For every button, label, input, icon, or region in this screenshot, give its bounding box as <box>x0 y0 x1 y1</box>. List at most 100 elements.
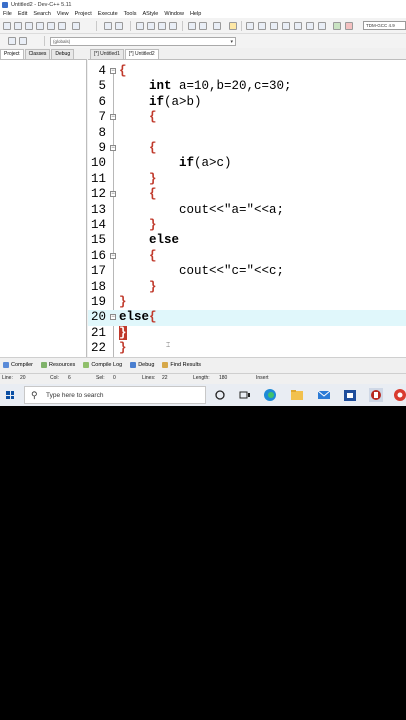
fold-toggle-icon[interactable]: − <box>110 145 116 151</box>
goto-line-icon[interactable] <box>169 22 177 30</box>
menu-tools[interactable]: Tools <box>124 11 137 17</box>
code-line[interactable]: 8 <box>88 126 406 141</box>
rebuild-icon[interactable] <box>282 22 290 30</box>
undo-icon[interactable] <box>104 22 112 30</box>
chrome-icon[interactable] <box>393 388 406 402</box>
code-line[interactable]: 21} <box>88 325 406 341</box>
code-text: { <box>149 187 157 202</box>
print-icon[interactable] <box>72 22 80 30</box>
find-next-icon[interactable] <box>158 22 166 30</box>
menu-edit[interactable]: Edit <box>18 11 27 17</box>
taskbar-search[interactable]: ⚲ Type here to search <box>24 386 206 404</box>
code-text: else <box>149 233 180 248</box>
save-icon[interactable] <box>25 22 33 30</box>
resources-icon <box>41 361 48 368</box>
close-file-icon[interactable] <box>47 22 55 30</box>
class-browser-icon[interactable] <box>8 37 16 45</box>
tab-untitled1[interactable]: [*] Untitled1 <box>90 49 124 59</box>
fold-toggle-icon[interactable]: − <box>110 191 116 198</box>
menu-execute[interactable]: Execute <box>98 11 118 17</box>
tab-find-results[interactable]: Find Results <box>162 361 201 368</box>
run-icon[interactable] <box>258 22 266 30</box>
code-line[interactable]: 17 cout<<"c="<<c; <box>88 264 406 279</box>
tab-resources[interactable]: Resources <box>41 361 75 368</box>
menu-project[interactable]: Project <box>75 11 92 17</box>
code-line[interactable]: 10 if(a>c) <box>88 156 406 171</box>
indent-icon[interactable] <box>188 22 196 30</box>
code-line[interactable]: 15 else <box>88 233 406 248</box>
menu-window[interactable]: Window <box>164 11 184 17</box>
tab-debug[interactable]: Debug <box>51 49 75 59</box>
code-line[interactable]: 7− { <box>88 110 406 125</box>
code-line[interactable]: 22} <box>88 341 406 356</box>
cortana-icon[interactable] <box>213 388 227 402</box>
insert-icon[interactable] <box>19 37 27 45</box>
compiler-select[interactable]: TDM-GCC 4.9 <box>363 21 406 30</box>
unindent-icon[interactable] <box>199 22 207 30</box>
code-line[interactable]: 12− { <box>88 187 406 202</box>
task-view-icon[interactable] <box>238 388 252 402</box>
save-all-icon[interactable] <box>36 22 44 30</box>
bookmark-icon[interactable] <box>213 22 221 30</box>
store-icon[interactable] <box>343 388 357 402</box>
code-line[interactable]: 4−{ <box>88 64 406 79</box>
debug-icon[interactable] <box>294 22 302 30</box>
code-text: { <box>119 64 127 78</box>
file-explorer-icon[interactable] <box>290 388 304 402</box>
code-line[interactable]: 16− { <box>88 249 406 264</box>
tab-debug-output[interactable]: Debug <box>130 361 154 368</box>
code-line[interactable]: 9− { <box>88 141 406 156</box>
tab-classes[interactable]: Classes <box>24 49 51 59</box>
compile-run-icon[interactable] <box>270 22 278 30</box>
tab-compiler[interactable]: Compiler <box>3 361 33 368</box>
find-icon[interactable] <box>136 22 144 30</box>
mail-icon[interactable] <box>317 388 331 402</box>
code-line[interactable]: 5 int a=10,b=20,c=30; <box>88 79 406 94</box>
code-text: if(a>b) <box>149 94 202 109</box>
tab-project[interactable]: Project <box>0 49 24 59</box>
fold-toggle-icon[interactable]: − <box>110 314 116 321</box>
code-line[interactable]: 14} <box>88 218 406 233</box>
fold-toggle-icon[interactable]: − <box>110 252 116 259</box>
code-line[interactable]: 13 cout<<"a="<<a; <box>88 203 406 218</box>
tab-untitled2[interactable]: [*] Untitled2 <box>124 49 159 59</box>
edge-browser-icon[interactable] <box>263 388 277 402</box>
windows-start-icon[interactable] <box>6 391 14 399</box>
compile-icon[interactable] <box>246 22 254 30</box>
code-line[interactable]: 18} <box>88 280 406 295</box>
menu-file[interactable]: File <box>3 11 12 17</box>
menu-view[interactable]: View <box>57 11 69 17</box>
tab-compile-log[interactable]: Compile Log <box>83 361 122 368</box>
toggle-comment-icon[interactable] <box>229 22 237 30</box>
line-number: 4 <box>98 64 106 78</box>
scope-select[interactable]: (globals) ▾ <box>50 37 236 46</box>
devcpp-taskbar-icon[interactable] <box>369 388 383 402</box>
redo-icon[interactable] <box>115 22 123 30</box>
open-file-icon[interactable] <box>14 22 22 30</box>
profile-icon[interactable] <box>306 22 314 30</box>
menu-help[interactable]: Help <box>190 11 201 17</box>
replace-icon[interactable] <box>147 22 155 30</box>
new-file-icon[interactable] <box>3 22 11 30</box>
code-line[interactable]: 19} <box>88 295 406 310</box>
chart-icon[interactable] <box>333 22 341 30</box>
code-line[interactable]: 11} <box>88 172 406 187</box>
status-col-value: 6 <box>68 375 71 381</box>
fold-toggle-icon[interactable]: − <box>110 68 116 74</box>
code-line[interactable]: 20− else{ <box>88 310 406 326</box>
menu-search[interactable]: Search <box>33 11 50 17</box>
line-number: 17 <box>90 264 106 279</box>
menu-astyle[interactable]: AStyle <box>142 11 158 17</box>
close-all-icon[interactable] <box>58 22 66 30</box>
bottom-panel-tabs: Compiler Resources Compile Log Debug Fin… <box>0 357 406 371</box>
find-results-icon <box>162 361 169 368</box>
line-number: 18 <box>90 279 106 294</box>
devcpp-app-icon <box>2 1 8 8</box>
code-line[interactable]: 6 if(a>b) <box>88 95 406 110</box>
new-project-icon[interactable] <box>345 22 353 30</box>
scope-select-value: (globals) <box>53 39 71 44</box>
line-number: 14 <box>90 218 106 232</box>
stop-icon[interactable] <box>318 22 326 30</box>
fold-toggle-icon[interactable]: − <box>110 114 116 121</box>
code-editor[interactable]: 4−{5 int a=10,b=20,c=30; 6 if(a>b) 7−{8 9−{10… <box>88 59 406 357</box>
